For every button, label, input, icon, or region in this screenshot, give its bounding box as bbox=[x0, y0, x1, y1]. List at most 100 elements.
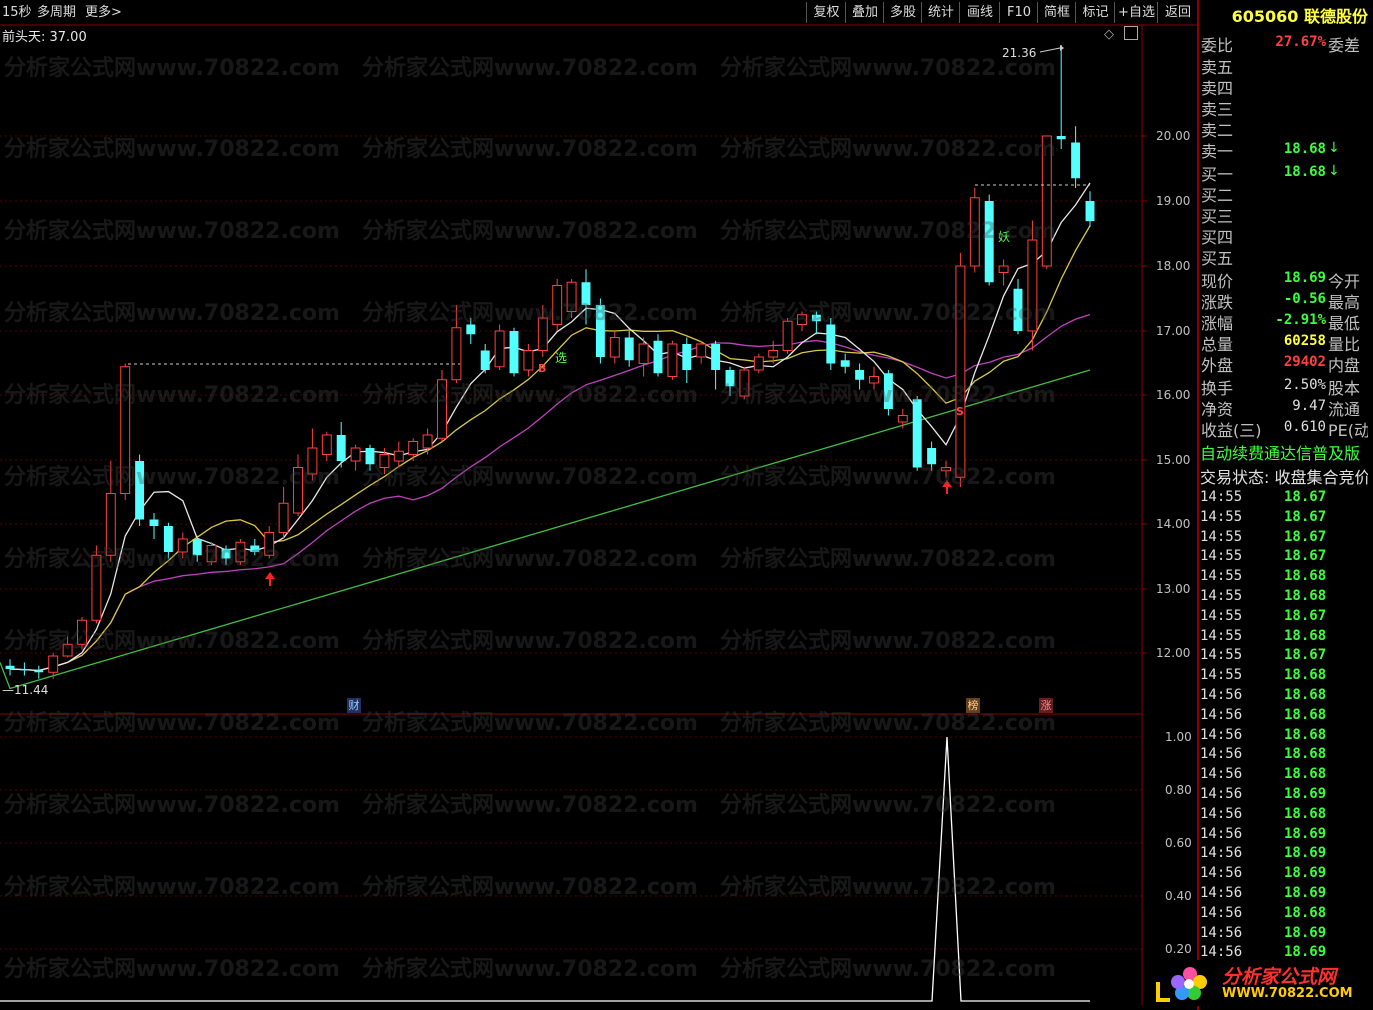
tick-time: 14:55 bbox=[1200, 647, 1243, 664]
background bbox=[0, 0, 1373, 1010]
tick-time: 14:56 bbox=[1200, 805, 1243, 822]
candle[interactable] bbox=[984, 194, 994, 286]
signal-yao: 妖 bbox=[998, 230, 1011, 244]
price-axis-tick: 13.00 bbox=[1156, 582, 1191, 596]
candle[interactable] bbox=[437, 370, 447, 442]
tick-price: 18.68 bbox=[1284, 746, 1327, 763]
toolbar-btn-5[interactable]: F10 bbox=[999, 2, 1038, 23]
logo-area: 分析家公式网 WWW.70822.COM bbox=[1150, 960, 1368, 1006]
tick-price: 18.68 bbox=[1284, 706, 1327, 723]
tick-price: 18.69 bbox=[1284, 825, 1327, 842]
candle[interactable] bbox=[1027, 220, 1038, 351]
toolbar-btn-0[interactable]: 复权 bbox=[806, 2, 846, 23]
tick-price: 18.67 bbox=[1284, 548, 1327, 565]
sub-axis-tick: 0.40 bbox=[1165, 889, 1192, 903]
tick-time: 14:55 bbox=[1200, 489, 1243, 505]
tick-time: 14:56 bbox=[1200, 766, 1243, 783]
multi-period-menu[interactable]: 多周期 bbox=[37, 2, 76, 23]
candle[interactable] bbox=[667, 340, 678, 380]
tick-row: 14:56 18.68 bbox=[1200, 806, 1368, 826]
ranking-marker[interactable]: 榜 bbox=[966, 698, 980, 713]
tick-row: 14:55 18.67 bbox=[1200, 509, 1368, 529]
tick-price: 18.68 bbox=[1284, 667, 1327, 684]
tick-time: 14:56 bbox=[1200, 726, 1243, 743]
low-label: —11.44 bbox=[2, 683, 49, 697]
tick-row: 14:56 18.69 bbox=[1200, 845, 1368, 865]
candle[interactable] bbox=[91, 545, 102, 624]
candle[interactable] bbox=[77, 617, 87, 650]
tick-price: 18.68 bbox=[1284, 904, 1327, 921]
tick-time: 14:56 bbox=[1200, 687, 1243, 703]
limit-up-marker[interactable]: 涨 bbox=[1039, 698, 1053, 713]
arrow-down-icon: ↓ bbox=[1328, 163, 1340, 179]
stat-value: -0.56 bbox=[1283, 291, 1326, 307]
candle[interactable] bbox=[120, 363, 131, 501]
tick-time: 14:56 bbox=[1200, 746, 1243, 763]
finance-marker[interactable]: 财 bbox=[347, 698, 361, 713]
arrow-down-icon: ↓ bbox=[1328, 140, 1340, 156]
candle[interactable] bbox=[955, 253, 966, 487]
toolbar-btn-2[interactable]: 多股 bbox=[883, 2, 922, 23]
candle[interactable] bbox=[135, 454, 145, 527]
candle[interactable] bbox=[826, 318, 836, 370]
toolbar-btn-9[interactable]: 返回 bbox=[1157, 2, 1198, 23]
tick-price: 18.68 bbox=[1284, 627, 1327, 644]
notice-renewal[interactable]: 自动续费通达信普及版 bbox=[1200, 440, 1368, 462]
candle[interactable] bbox=[753, 353, 764, 374]
panel-toggle-icon[interactable] bbox=[1124, 26, 1138, 40]
stat-label: 外盘 bbox=[1201, 356, 1234, 375]
tick-price: 18.69 bbox=[1284, 944, 1327, 961]
candle[interactable] bbox=[595, 298, 605, 364]
tick-row: 14:56 18.69 bbox=[1200, 826, 1368, 846]
toolbar-btn-3[interactable]: 统计 bbox=[921, 2, 960, 23]
toolbar-btn-7[interactable]: 标记 bbox=[1075, 2, 1115, 23]
kline-chart[interactable] bbox=[0, 0, 1373, 1010]
diamond-icon[interactable]: ◇ bbox=[1104, 27, 1114, 42]
tick-row: 14:55 18.67 bbox=[1200, 548, 1368, 568]
toolbar-btn-1[interactable]: 叠加 bbox=[845, 2, 884, 23]
candle[interactable] bbox=[552, 279, 563, 331]
tick-price: 18.68 bbox=[1284, 568, 1327, 585]
more-menu[interactable]: 更多> bbox=[85, 2, 122, 23]
candle[interactable] bbox=[969, 188, 980, 273]
tick-time: 14:56 bbox=[1200, 904, 1243, 921]
tick-time: 14:55 bbox=[1200, 588, 1243, 604]
tick-price: 18.69 bbox=[1284, 865, 1327, 882]
candle[interactable] bbox=[235, 539, 246, 565]
candle[interactable] bbox=[739, 366, 750, 400]
signal-s: S bbox=[956, 405, 964, 418]
period-15s[interactable]: 15秒 bbox=[2, 2, 32, 23]
tick-row: 14:56 18.68 bbox=[1200, 766, 1368, 786]
candle[interactable] bbox=[912, 396, 922, 471]
toolbar-btn-6[interactable]: 简框 bbox=[1037, 2, 1076, 23]
stat2-value: 2.50% bbox=[1283, 377, 1326, 393]
price-axis-tick: 20.00 bbox=[1156, 129, 1191, 143]
tick-row: 14:56 18.69 bbox=[1200, 925, 1368, 945]
tick-time: 14:55 bbox=[1200, 548, 1243, 565]
tick-price: 18.67 bbox=[1284, 508, 1327, 525]
candle[interactable] bbox=[782, 318, 793, 354]
tick-row: 14:56 18.68 bbox=[1200, 905, 1368, 925]
stat2-value: 0.610 bbox=[1283, 419, 1326, 435]
candle[interactable] bbox=[206, 542, 217, 565]
candle[interactable] bbox=[1041, 135, 1052, 270]
logo-cn: 分析家公式网 bbox=[1222, 966, 1337, 988]
tick-time: 14:56 bbox=[1200, 944, 1243, 961]
tick-time: 14:56 bbox=[1200, 825, 1243, 842]
candle[interactable] bbox=[494, 324, 505, 371]
price-axis-tick: 18.00 bbox=[1156, 259, 1191, 273]
tick-row: 14:55 18.68 bbox=[1200, 628, 1368, 648]
candle[interactable] bbox=[509, 327, 519, 377]
tick-price: 18.67 bbox=[1284, 489, 1327, 505]
toolbar-btn-8[interactable]: +自选 bbox=[1114, 2, 1158, 23]
price-axis-tick: 15.00 bbox=[1156, 453, 1191, 467]
stat-value: 29402 bbox=[1283, 354, 1326, 370]
buy-level-5: 买五 bbox=[1201, 249, 1234, 268]
price-axis-tick: 19.00 bbox=[1156, 194, 1191, 208]
tick-time: 14:56 bbox=[1200, 706, 1243, 723]
tick-row: 14:56 18.68 bbox=[1200, 687, 1368, 707]
stat-value: 60258 bbox=[1283, 333, 1326, 349]
toolbar-btn-4[interactable]: 画线 bbox=[959, 2, 1000, 23]
candle[interactable] bbox=[883, 370, 893, 416]
trade-status: 交易状态: 收盘集合竞价 bbox=[1200, 468, 1368, 486]
